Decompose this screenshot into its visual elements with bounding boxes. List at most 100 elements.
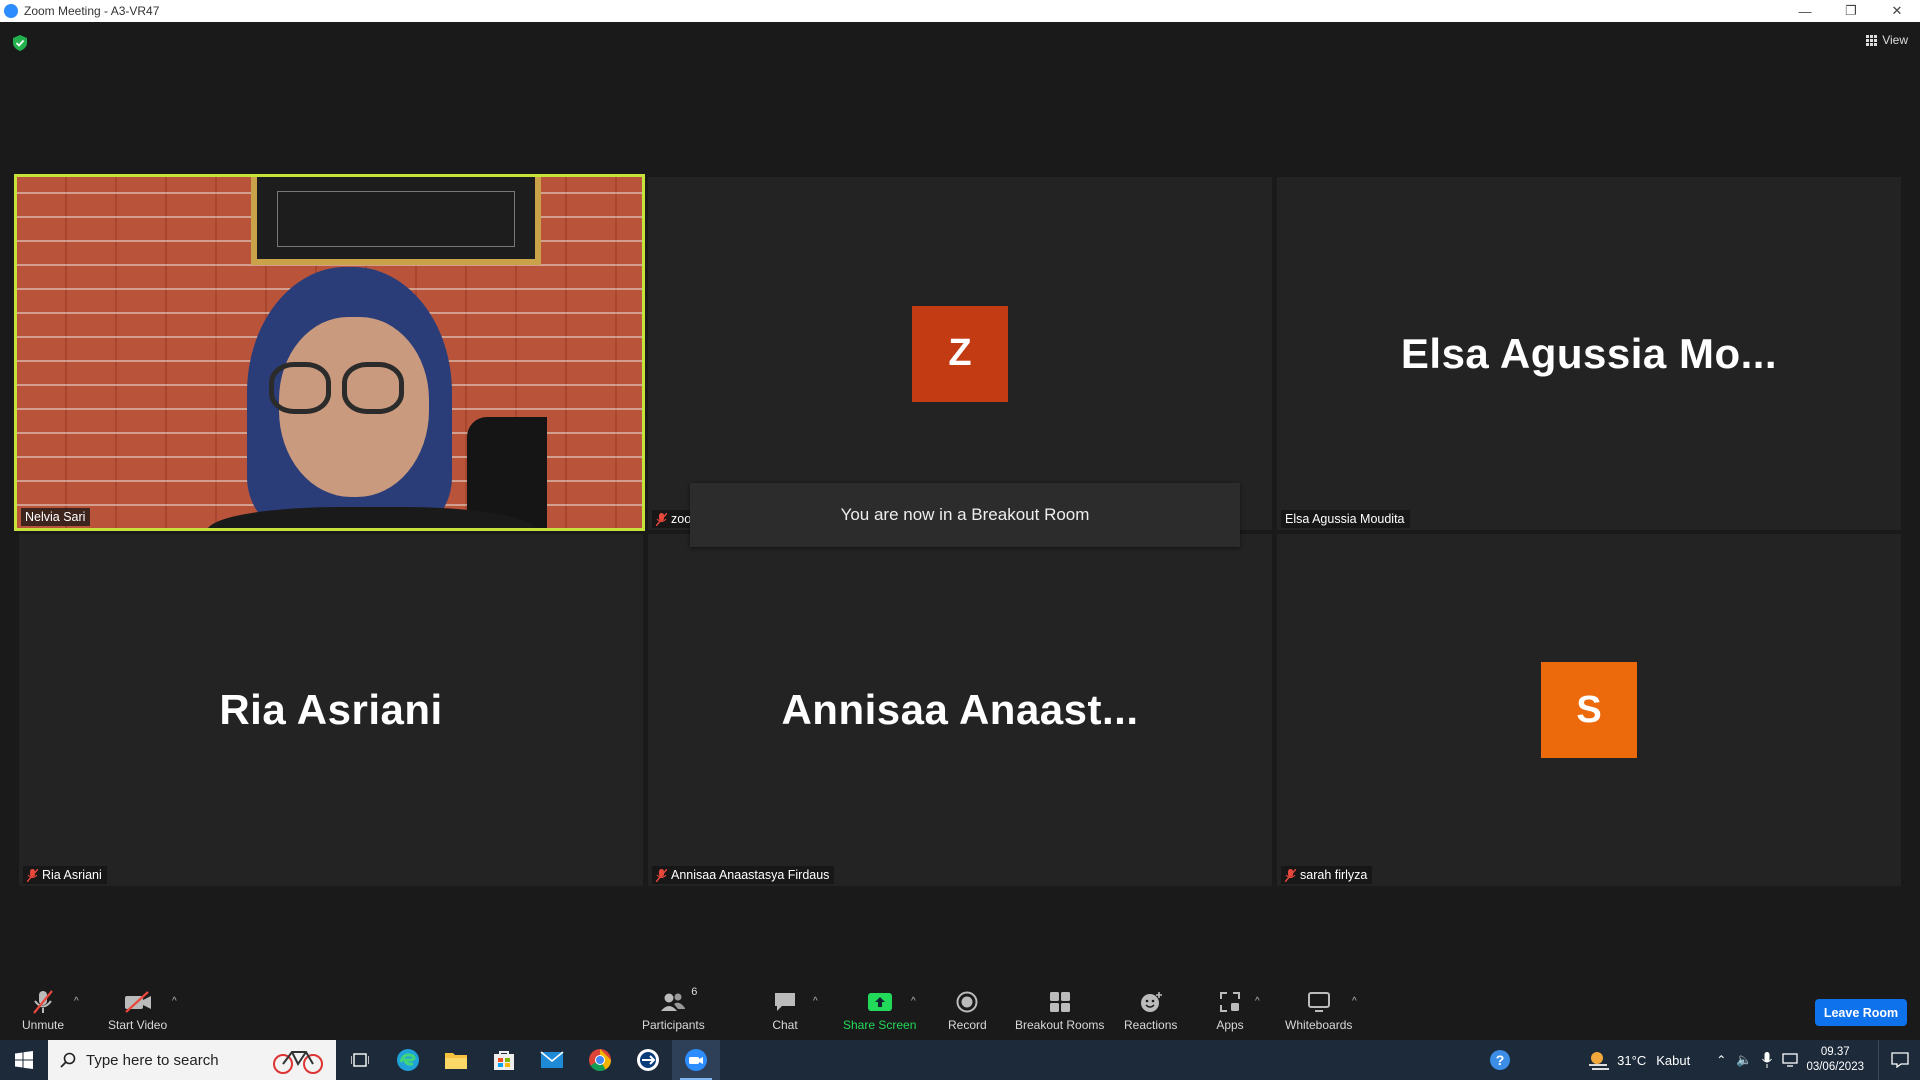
reactions-button[interactable]: Reactions [1124,990,1177,1032]
share-screen-icon [867,993,892,1011]
clock-date: 03/06/2023 [1806,1061,1864,1073]
avatar: Z [912,305,1008,402]
video-tile-nelvia-sari[interactable]: Nelvia Sari [14,174,645,531]
participants-button[interactable]: 6 Participants [642,986,705,1032]
chat-button[interactable]: Chat [771,990,799,1032]
taskbar-file-explorer[interactable] [432,1040,480,1080]
video-tile-annisaa-anaastasya-firdaus[interactable]: Annisaa Anaast... Annisaa Anaastasya Fir… [648,534,1272,886]
record-button[interactable]: Record [948,990,987,1032]
clock-time: 09.37 [1820,1046,1850,1058]
participant-name-label: Ria Asriani [23,866,107,884]
search-placeholder: Type here to search [86,1051,219,1069]
participant-video [17,177,642,528]
weather-temperature: 31°C [1617,1052,1647,1068]
shield-check-icon[interactable] [13,35,27,51]
taskbar-store[interactable] [480,1040,528,1080]
reactions-icon [1140,992,1162,1012]
title-bar: Zoom Meeting - A3-VR47 — ❐ ✕ [0,0,1920,22]
muted-mic-icon [33,990,53,1014]
windows-start-button[interactable] [0,1040,48,1080]
video-tile-ria-asriani[interactable]: Ria Asriani Ria Asriani [19,534,643,886]
view-label: View [1882,33,1908,47]
edge-icon [397,1049,419,1071]
notification-icon [1890,1052,1909,1068]
participant-name-label: Nelvia Sari [21,508,91,526]
bicycle-icon [273,1051,323,1074]
windows-logo-icon [15,1051,33,1069]
windows-taskbar: Type here to search ? 31°C Kabut ⌃ 🔈 09.… [0,1040,1920,1080]
microphone-icon[interactable] [1762,1052,1773,1068]
close-button[interactable]: ✕ [1874,0,1920,22]
search-icon [60,1052,76,1068]
unmute-options-caret[interactable]: ^ [74,996,79,1007]
unmute-button[interactable]: Unmute [22,990,64,1032]
whiteboards-button[interactable]: Whiteboards [1285,990,1352,1032]
network-icon[interactable] [1782,1053,1799,1067]
chat-icon [775,993,795,1011]
zoom-icon [685,1049,707,1071]
chevron-up-icon[interactable]: ⌃ [1716,1053,1726,1067]
breakout-room-notification: You are now in a Breakout Room [690,483,1240,547]
video-tile-zoom-baa03[interactable]: Z zoom baa03 [648,177,1272,530]
video-options-caret[interactable]: ^ [172,996,177,1007]
participants-icon [661,993,686,1011]
taskbar-chrome[interactable] [576,1040,624,1080]
mail-icon [540,1051,564,1068]
store-icon [494,1051,514,1070]
window-title: Zoom Meeting - A3-VR47 [24,4,160,18]
apps-options-caret[interactable]: ^ [1255,996,1260,1007]
help-icon: ? [1490,1050,1511,1070]
minimize-button[interactable]: — [1782,0,1828,22]
taskbar-search-box[interactable]: Type here to search [48,1040,336,1080]
view-button[interactable]: View [1866,33,1908,47]
taskbar-edge[interactable] [384,1040,432,1080]
zoom-app-icon [4,4,18,18]
start-video-button[interactable]: Start Video [108,990,167,1032]
speaker-icon[interactable]: 🔈 [1736,1052,1752,1068]
task-view-button[interactable] [336,1040,384,1080]
participant-name-label: Annisaa Anaastasya Firdaus [652,866,835,884]
share-screen-button[interactable]: Share Screen [843,990,916,1032]
whiteboard-icon [1307,992,1330,1012]
apps-icon [1220,992,1240,1012]
apps-button[interactable]: Apps [1216,990,1244,1032]
taskbar-mail[interactable] [528,1040,576,1080]
meeting-toolbar: Unmute ^ Start Video ^ 6 Participants Ch… [0,976,1920,1040]
svg-text:?: ? [1496,1052,1505,1068]
taskbar-remote-app[interactable] [624,1040,672,1080]
share-options-caret[interactable]: ^ [911,996,916,1007]
avatar: S [1541,662,1637,758]
participant-name-label: Elsa Agussia Moudita [1281,510,1410,528]
record-icon [956,991,978,1013]
task-view-icon [351,1053,369,1067]
folder-icon [445,1053,467,1069]
chat-options-caret[interactable]: ^ [813,996,818,1007]
system-tray: ? 31°C Kabut ⌃ 🔈 09.37 03/06/2023 [1483,1040,1920,1080]
muted-mic-icon [656,868,667,882]
help-tray-button[interactable]: ? [1483,1049,1517,1071]
whiteboards-options-caret[interactable]: ^ [1352,996,1357,1007]
video-off-icon [124,991,151,1013]
remote-app-icon [637,1049,659,1071]
participant-display-name: Elsa Agussia Mo... [1400,329,1778,377]
chrome-icon [589,1049,611,1071]
participant-display-name: Annisaa Anaast... [781,686,1139,733]
restore-button[interactable]: ❐ [1828,0,1874,22]
breakout-rooms-button[interactable]: Breakout Rooms [1015,990,1104,1032]
taskbar-zoom[interactable] [672,1040,720,1080]
weather-haze-icon [1589,1052,1610,1070]
notification-center-button[interactable] [1878,1040,1920,1080]
grid-icon [1866,34,1878,46]
taskbar-clock[interactable]: 09.37 03/06/2023 [1806,1045,1864,1075]
breakout-rooms-icon [1049,992,1070,1012]
participant-display-name: Ria Asriani [219,686,443,733]
weather-description: Kabut [1656,1052,1691,1068]
muted-mic-icon [1285,868,1296,882]
video-tile-elsa-agussia-moudita[interactable]: Elsa Agussia Mo... Elsa Agussia Moudita [1277,177,1901,530]
muted-mic-icon [27,868,38,882]
muted-mic-icon [656,512,667,526]
video-tile-sarah-firlyza[interactable]: S sarah firlyza [1277,534,1901,886]
participants-count: 6 [691,986,698,998]
leave-room-button[interactable]: Leave Room [1815,999,1907,1026]
participant-name-label: sarah firlyza [1281,866,1373,884]
